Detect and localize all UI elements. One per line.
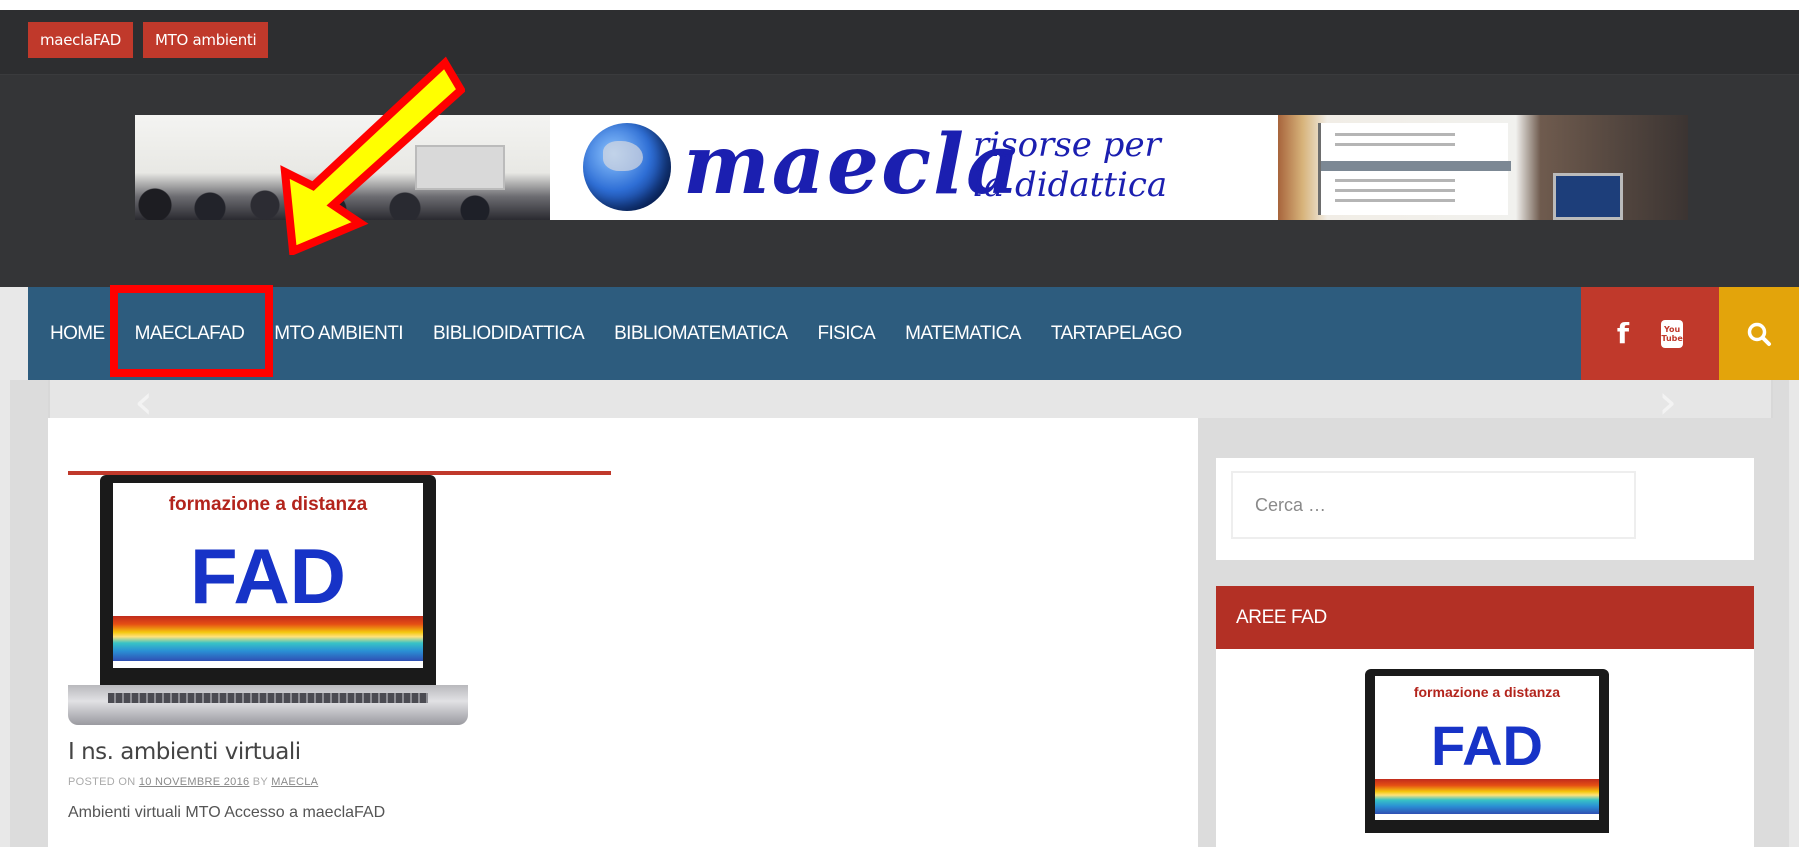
doc-line	[1335, 199, 1455, 202]
post-date-link[interactable]: 10 NOVEMBRE 2016	[139, 776, 250, 788]
laptop-screen: formazione a distanza FAD	[1374, 675, 1600, 820]
nav-item-matematica[interactable]: MATEMATICA	[905, 287, 1021, 380]
top-link-maeclafad[interactable]: maeclaFAD	[28, 22, 134, 58]
facebook-icon[interactable]: f	[1617, 317, 1629, 350]
youtube-bottom: Tube	[1661, 333, 1683, 343]
banner-screen-photo	[1278, 115, 1688, 220]
nav-item-mto-ambienti[interactable]: MTO AMBIENTI	[274, 287, 403, 380]
top-links: maeclaFAD MTO ambienti	[28, 22, 269, 58]
main-navigation: HOME MAECLAFAD MTO AMBIENTI BIBLIODIDATT…	[28, 287, 1799, 380]
widget-aree-fad: formazione a distanza FAD	[1216, 649, 1754, 847]
laptop-image: formazione a distanza FAD	[1342, 669, 1632, 847]
post-meta-posted: POSTED ON	[68, 776, 136, 788]
thumb-caption: formazione a distanza	[168, 494, 368, 516]
nav-item-fisica[interactable]: FISICA	[817, 287, 875, 380]
doc-line	[1335, 179, 1455, 182]
social-links: f You Tube	[1581, 287, 1719, 380]
doc-bar	[1321, 161, 1511, 171]
laptop-screen: formazione a distanza FAD	[113, 483, 423, 669]
post-meta: POSTED ON 10 NOVEMBRE 2016 BY MAECLA	[68, 776, 318, 788]
arrow-icon	[280, 56, 465, 255]
nav-item-bibliodidattica[interactable]: BIBLIODIDATTICA	[433, 287, 585, 380]
widget-thumb-caption: formazione a distanza	[1413, 684, 1561, 701]
page: maeclaFAD MTO ambienti maecla risorse pe…	[0, 0, 1799, 847]
banner-document	[1318, 123, 1511, 215]
widget-thumbnail[interactable]: formazione a distanza FAD	[1342, 669, 1632, 847]
laptop-lid: formazione a distanza FAD	[100, 475, 436, 685]
nav-item-tartapelago[interactable]: TARTAPELAGO	[1051, 287, 1182, 380]
doc-line	[1335, 143, 1455, 146]
laptop-base	[68, 685, 468, 725]
search-input[interactable]	[1231, 471, 1636, 539]
widget-thumb-rainbow	[1374, 779, 1600, 814]
youtube-icon-text: You Tube	[1661, 325, 1682, 343]
nav-search-button[interactable]	[1719, 287, 1799, 380]
search-icon	[1747, 322, 1771, 346]
banner-subtitle-line2: la didattica	[973, 165, 1168, 205]
nav-item-home[interactable]: HOME	[50, 287, 105, 380]
banner-subtitle-line1: risorse per	[973, 125, 1161, 165]
post-title[interactable]: I ns. ambienti virtuali	[68, 739, 301, 765]
nav-item-bibliomatematica[interactable]: BIBLIOMATEMATICA	[614, 287, 788, 380]
top-link-mto-ambienti[interactable]: MTO ambienti	[143, 22, 269, 58]
post-excerpt: Ambienti virtuali MTO Accesso a maeclaFA…	[68, 804, 386, 821]
banner-subtitle: risorse per la didattica	[973, 125, 1167, 205]
thumb-rainbow	[113, 616, 423, 661]
annotation-highlight-box	[110, 285, 273, 377]
widget-thumb-fad: FAD	[1430, 714, 1543, 777]
youtube-top: You	[1663, 324, 1681, 334]
slider: ‹ ›	[48, 374, 1773, 430]
laptop-lid: formazione a distanza FAD	[1365, 669, 1609, 833]
post-meta-by: BY	[252, 776, 268, 788]
chevron-right-icon[interactable]: ›	[1658, 374, 1677, 430]
monitor	[1553, 173, 1623, 220]
post-author-link[interactable]: MAECLA	[271, 776, 318, 788]
doc-line	[1335, 133, 1455, 136]
widget-title: AREE FAD	[1216, 586, 1754, 649]
post-thumbnail[interactable]: formazione a distanza FAD	[68, 475, 468, 725]
laptop-image: formazione a distanza FAD	[68, 475, 468, 725]
laptop-keys	[108, 692, 428, 703]
main-content: formazione a distanza FAD I ns. ambienti…	[48, 418, 1198, 847]
sidebar-search-widget	[1216, 458, 1754, 560]
thumb-fad: FAD	[189, 532, 346, 621]
globe-logo-icon	[583, 123, 671, 211]
doc-line	[1335, 189, 1455, 192]
banner-title: maecla	[683, 117, 1022, 213]
youtube-icon[interactable]: You Tube	[1661, 319, 1684, 348]
